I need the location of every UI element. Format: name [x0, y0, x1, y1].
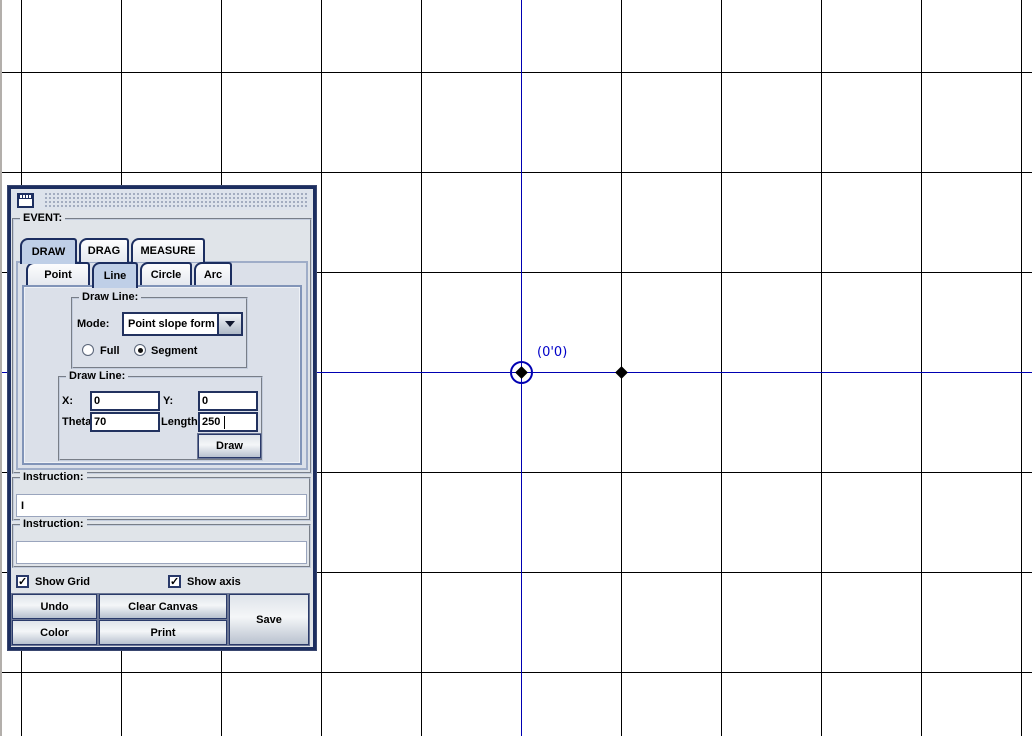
- color-button-label: Color: [40, 626, 69, 639]
- undo-button-label: Undo: [40, 600, 69, 613]
- instruction-group-2-title: Instruction:: [20, 518, 87, 530]
- tab-measure[interactable]: MEASURE: [131, 238, 205, 262]
- instruction-input-2[interactable]: [16, 541, 307, 564]
- subtab-arc[interactable]: Arc: [194, 262, 232, 286]
- subtab-line[interactable]: Line: [92, 262, 138, 288]
- tab-measure-label: MEASURE: [140, 245, 196, 257]
- undo-button[interactable]: Undo: [12, 594, 97, 619]
- clear-canvas-button-label: Clear Canvas: [128, 600, 198, 613]
- theta-input[interactable]: [90, 412, 160, 432]
- mode-selected-value: Point slope form: [128, 318, 215, 330]
- instruction-input-1[interactable]: [16, 494, 307, 517]
- window-icon: [17, 192, 34, 208]
- radio-segment-label: Segment: [151, 345, 198, 357]
- combo-dropdown-button[interactable]: [217, 314, 241, 334]
- color-button[interactable]: Color: [12, 620, 97, 645]
- radio-segment[interactable]: [134, 344, 146, 356]
- draw-line-mode-group-title: Draw Line:: [79, 291, 142, 303]
- tab-drag-label: DRAG: [87, 245, 121, 257]
- radio-full-label: Full: [100, 345, 120, 357]
- subtab-arc-label: Arc: [203, 269, 223, 281]
- tab-drag[interactable]: DRAG: [79, 238, 129, 262]
- subtab-point[interactable]: Point: [26, 262, 90, 286]
- save-button-label: Save: [256, 613, 282, 626]
- draw-button-label: Draw: [216, 440, 243, 452]
- draw-line-params-group-title: Draw Line:: [66, 370, 129, 382]
- length-input[interactable]: [198, 412, 258, 432]
- show-axis-checkbox[interactable]: ✓: [168, 575, 181, 588]
- x-label: X:: [62, 395, 73, 407]
- print-button[interactable]: Print: [99, 620, 227, 645]
- chevron-down-icon: [225, 321, 235, 327]
- window-left-edge: [0, 0, 2, 736]
- titlebar-grip-texture[interactable]: [44, 192, 308, 208]
- radio-full[interactable]: [82, 344, 94, 356]
- palette-titlebar[interactable]: [12, 190, 312, 210]
- show-grid-label: Show Grid: [35, 576, 90, 588]
- print-button-label: Print: [150, 626, 176, 639]
- event-group-title: EVENT:: [20, 212, 66, 224]
- length-label: Length:: [161, 416, 202, 428]
- subtab-point-label: Point: [44, 269, 72, 281]
- clear-canvas-button[interactable]: Clear Canvas: [99, 594, 227, 619]
- tab-draw-label: DRAW: [31, 246, 66, 258]
- y-input[interactable]: [198, 391, 258, 411]
- y-label: Y:: [163, 395, 174, 407]
- x-input[interactable]: [90, 391, 160, 411]
- tool-palette-window[interactable]: EVENT: DRAW DRAG MEASURE Point Line Circ…: [8, 186, 316, 650]
- point-marker[interactable]: [615, 366, 628, 379]
- app-window: (0'0) EVENT: DRAW DRAG MEASURE Point Lin…: [0, 0, 1032, 736]
- subtab-circle-label: Circle: [150, 269, 182, 281]
- save-button[interactable]: Save: [229, 594, 309, 645]
- show-grid-checkbox[interactable]: ✓: [16, 575, 29, 588]
- origin-coordinate-label: (0'0): [537, 345, 568, 360]
- subtab-line-label: Line: [103, 270, 127, 282]
- tab-draw[interactable]: DRAW: [20, 238, 77, 264]
- text-caret: [224, 416, 225, 429]
- subtab-circle[interactable]: Circle: [140, 262, 192, 286]
- instruction-group-1-title: Instruction:: [20, 471, 87, 483]
- draw-button[interactable]: Draw: [198, 434, 261, 458]
- mode-select[interactable]: Point slope form: [122, 312, 243, 336]
- mode-label: Mode:: [77, 318, 110, 330]
- show-axis-label: Show axis: [187, 576, 241, 588]
